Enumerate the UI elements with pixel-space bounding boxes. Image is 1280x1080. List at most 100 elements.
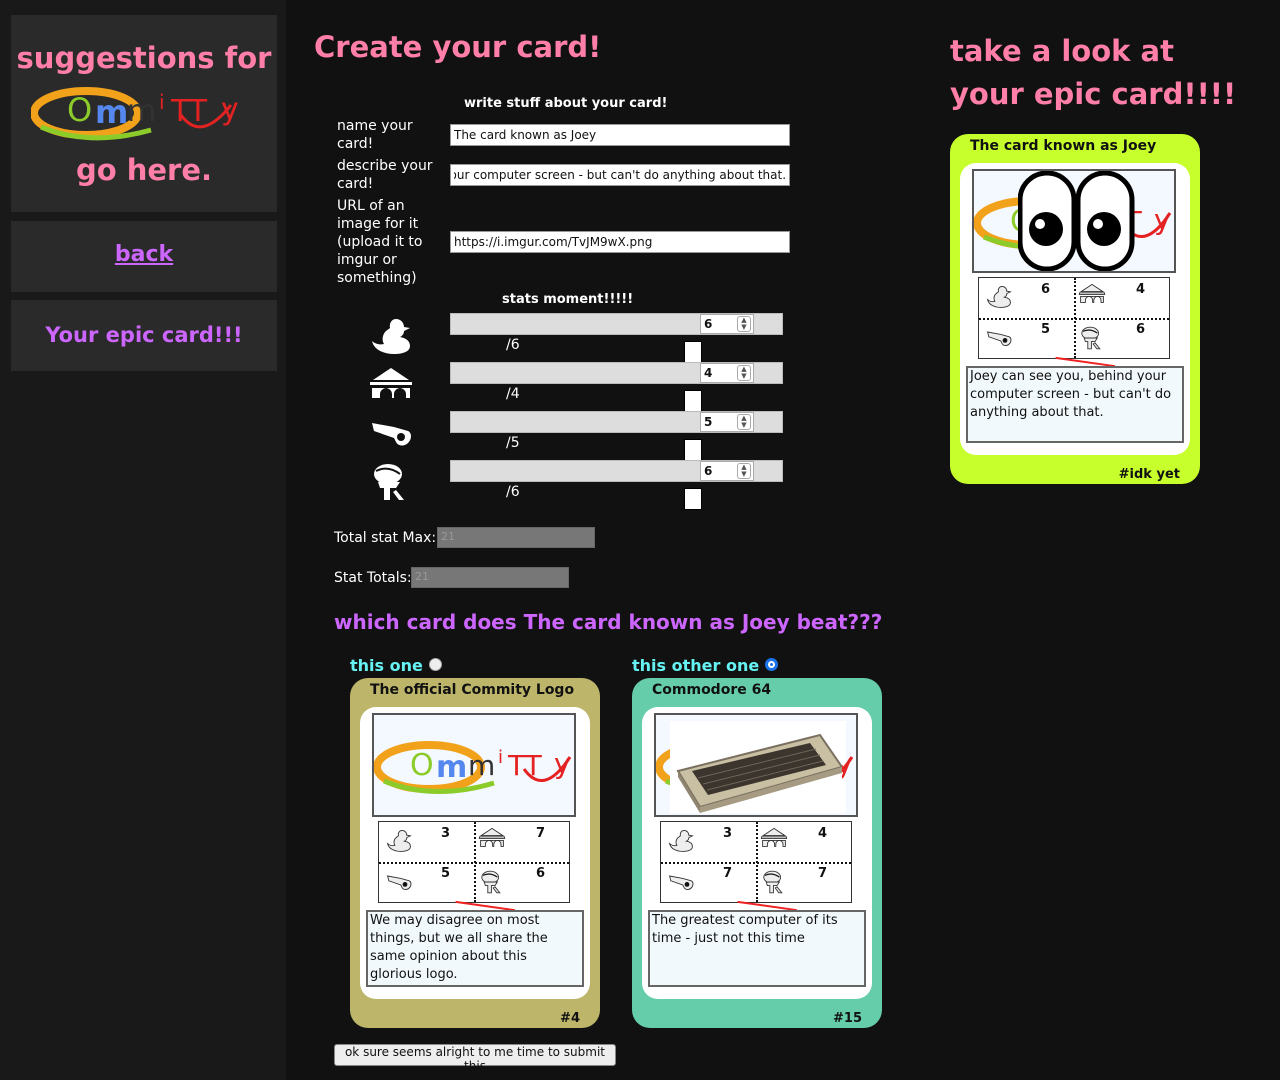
svg-text:y: y xyxy=(554,747,571,780)
option2-label-text: this other one xyxy=(632,656,760,675)
stat-slider-thumb[interactable] xyxy=(684,341,702,363)
beat-question: which card does The card known as Joey b… xyxy=(334,610,883,634)
spinner-arrows-icon[interactable]: ▲ ▼ xyxy=(737,463,751,479)
svg-text:y: y xyxy=(1154,203,1171,236)
card-description: Joey can see you, behind your computer s… xyxy=(966,366,1184,443)
card-stats: 6 4 5 6 xyxy=(978,277,1170,359)
stat-number-value: 6 xyxy=(704,464,713,478)
suggestions-heading: suggestions for xyxy=(16,41,272,75)
stat-value: 7 xyxy=(818,866,828,881)
googly-eyes-image xyxy=(1018,171,1135,271)
stat-max-label: /4 xyxy=(506,386,520,402)
your-card-panel: Your epic card!!! xyxy=(11,300,277,371)
option1-radio-label[interactable]: this one xyxy=(350,656,442,675)
spinner-arrows-icon[interactable]: ▲ ▼ xyxy=(737,316,751,332)
card-stats: 3 4 7 7 xyxy=(660,821,852,903)
name-label: name your card! xyxy=(337,118,413,152)
stat-slider-thumb[interactable] xyxy=(684,488,702,510)
stat-number-input[interactable]: 6 ▲ ▼ xyxy=(700,314,754,334)
robot-icon xyxy=(368,462,414,502)
write-stuff-heading: write stuff about your card! xyxy=(464,96,668,111)
stat-value: 7 xyxy=(723,866,733,881)
whistle-icon xyxy=(385,870,413,898)
spinner-arrows-icon[interactable]: ▲ ▼ xyxy=(737,365,751,381)
spinner-arrows-icon[interactable]: ▲ ▼ xyxy=(737,414,751,430)
option2-radio-label[interactable]: this other one xyxy=(632,656,779,675)
card-number: #idk yet xyxy=(1118,467,1180,482)
stats-heading: stats moment!!!!! xyxy=(502,292,634,307)
stat-slider-thumb[interactable] xyxy=(684,439,702,461)
svg-text:i: i xyxy=(498,747,503,768)
option-card-2: Commodore 64 O m m i TT y O m m i TT y 3… xyxy=(632,678,882,1028)
svg-text:y: y xyxy=(842,747,853,780)
commity-logo: O m m i TT y xyxy=(30,75,251,147)
stat-number-input[interactable]: 6 ▲ ▼ xyxy=(700,461,754,481)
back-link[interactable]: back xyxy=(11,242,277,267)
stat-value: 7 xyxy=(536,826,546,841)
stat-value: 5 xyxy=(441,866,451,881)
describe-label: describe your card! xyxy=(337,158,433,192)
commity-logo: O m m i TT y xyxy=(374,741,572,795)
option2-radio[interactable] xyxy=(765,658,779,671)
card-image: O m m i TT y xyxy=(372,713,576,817)
bridge-icon xyxy=(760,826,788,854)
card-number: #4 xyxy=(560,1011,580,1026)
back-panel: back xyxy=(11,221,277,292)
stat-value: 3 xyxy=(441,826,451,841)
card-description: The greatest computer of its time - just… xyxy=(648,910,866,987)
commity-logo: O m m i TT y xyxy=(656,748,670,786)
your-card-link[interactable]: Your epic card!!! xyxy=(11,323,277,347)
card-face: O m m i TT y O m m i TT y 3 4 7 7 The gr… xyxy=(642,707,872,999)
card-title: The official Commity Logo xyxy=(370,682,575,698)
stat-value: 4 xyxy=(1136,282,1146,297)
stat-number-value: 4 xyxy=(704,366,713,380)
card-image: O m m i TT y O m m i TT y xyxy=(654,713,858,817)
card-name-input[interactable] xyxy=(450,124,790,146)
suggestions-subheading: go here. xyxy=(75,153,213,187)
stat-number-input[interactable]: 4 ▲ ▼ xyxy=(700,363,754,383)
total-max-label: Total stat Max: xyxy=(334,530,437,546)
suggestions-panel: suggestions for O m m i TT y go here. xyxy=(11,15,277,212)
svg-text:i: i xyxy=(159,90,165,114)
submit-button[interactable]: ok sure seems alright to me time to subm… xyxy=(334,1044,616,1073)
stat-slider-thumb[interactable] xyxy=(684,390,702,412)
stat-totals-label: Stat Totals: xyxy=(334,570,412,586)
card-stats: 3 7 5 6 xyxy=(378,821,570,903)
card-face: O m m i TT y 3 7 5 6 We may disagree on … xyxy=(360,707,590,999)
stat-value: 3 xyxy=(723,826,733,841)
duck-icon xyxy=(667,828,695,856)
preview-card: The card known as Joey O m m i TT y 6 4 … xyxy=(950,134,1200,484)
stat-value: 4 xyxy=(818,826,828,841)
card-image: O m m i TT y xyxy=(972,169,1176,273)
stat-number-input[interactable]: 5 ▲ ▼ xyxy=(700,412,754,432)
svg-text:TT: TT xyxy=(507,749,543,782)
option1-label-text: this one xyxy=(350,656,423,675)
card-number: #15 xyxy=(833,1011,862,1026)
stat-max-label: /5 xyxy=(506,435,520,451)
preview-heading: take a look at your epic card!!!! xyxy=(950,34,1237,111)
svg-text:m: m xyxy=(127,94,156,129)
whistle-icon xyxy=(667,870,695,898)
page-title: Create your card! xyxy=(314,30,602,64)
svg-text:m: m xyxy=(95,93,128,131)
card-description-input[interactable] xyxy=(450,164,790,186)
stat-max-label: /6 xyxy=(506,484,520,500)
robot-icon xyxy=(478,870,506,898)
svg-text:TT: TT xyxy=(170,94,208,129)
sidebar: suggestions for O m m i TT y go here. ba… xyxy=(0,0,286,1080)
option1-radio[interactable] xyxy=(428,658,442,671)
option-card-1: The official Commity Logo O m m i TT y 3… xyxy=(350,678,600,1028)
card-description: We may disagree on most things, but we a… xyxy=(366,910,584,987)
card-title: Commodore 64 xyxy=(652,682,772,698)
stat-number-value: 6 xyxy=(704,317,713,331)
image-url-input[interactable] xyxy=(450,231,790,253)
total-max-field: 21 xyxy=(437,527,595,548)
stat-value: 6 xyxy=(1041,282,1051,297)
stat-max-label: /6 xyxy=(506,337,520,353)
whistle-icon xyxy=(985,326,1013,354)
bridge-icon xyxy=(478,826,506,854)
bridge-icon xyxy=(368,364,414,404)
card-title: The card known as Joey xyxy=(970,138,1157,154)
duck-icon xyxy=(368,315,414,355)
commodore-64-image xyxy=(670,721,846,813)
